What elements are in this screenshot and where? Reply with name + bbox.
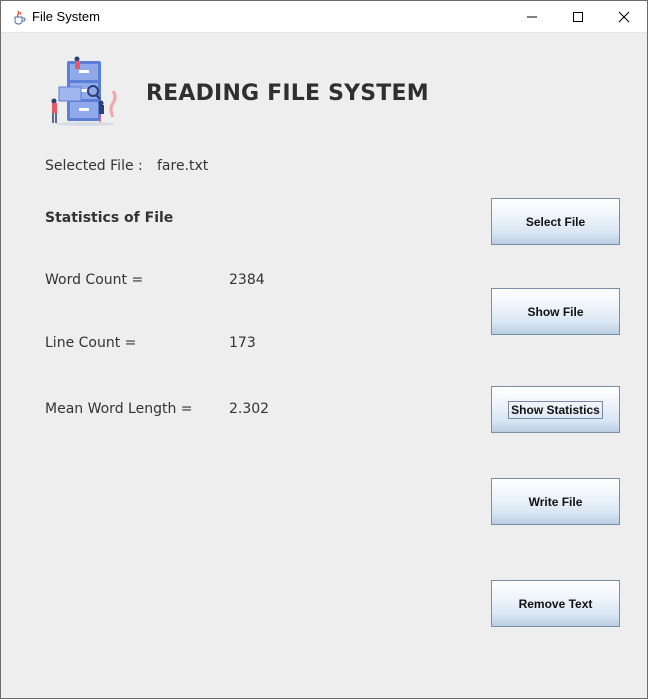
write-file-button[interactable]: Write File — [491, 478, 620, 525]
write-file-button-label: Write File — [528, 494, 583, 509]
mean-word-length-value: 2.302 — [229, 401, 270, 417]
maximize-icon — [573, 11, 583, 22]
main-window: File System READING FILE SYSTEM Selected… — [0, 0, 648, 699]
page-title: READING FILE SYSTEM — [146, 81, 429, 106]
select-file-button-label: Select File — [525, 214, 586, 229]
remove-text-button[interactable]: Remove Text — [491, 580, 620, 627]
java-cup-icon — [11, 9, 27, 25]
word-count-value: 2384 — [229, 272, 265, 288]
minimize-button[interactable] — [509, 1, 555, 32]
title-bar[interactable]: File System — [1, 1, 647, 33]
show-file-button-label: Show File — [527, 304, 584, 319]
statistics-heading: Statistics of File — [45, 210, 174, 226]
show-file-button[interactable]: Show File — [491, 288, 620, 335]
close-button[interactable] — [601, 1, 647, 32]
remove-text-button-label: Remove Text — [518, 596, 593, 611]
selected-file-label: Selected File : — [45, 158, 143, 174]
select-file-button[interactable]: Select File — [491, 198, 620, 245]
mean-word-length-label: Mean Word Length = — [45, 401, 193, 417]
minimize-icon — [527, 16, 537, 17]
close-icon — [618, 11, 630, 22]
window-title: File System — [32, 9, 100, 24]
line-count-label: Line Count = — [45, 335, 137, 351]
maximize-button[interactable] — [555, 1, 601, 32]
file-cabinet-illustration — [45, 51, 125, 131]
show-statistics-button-label: Show Statistics — [508, 400, 603, 419]
line-count-value: 173 — [229, 335, 256, 351]
selected-file-value: fare.txt — [157, 158, 209, 174]
word-count-label: Word Count = — [45, 272, 144, 288]
show-statistics-button[interactable]: Show Statistics — [491, 386, 620, 433]
